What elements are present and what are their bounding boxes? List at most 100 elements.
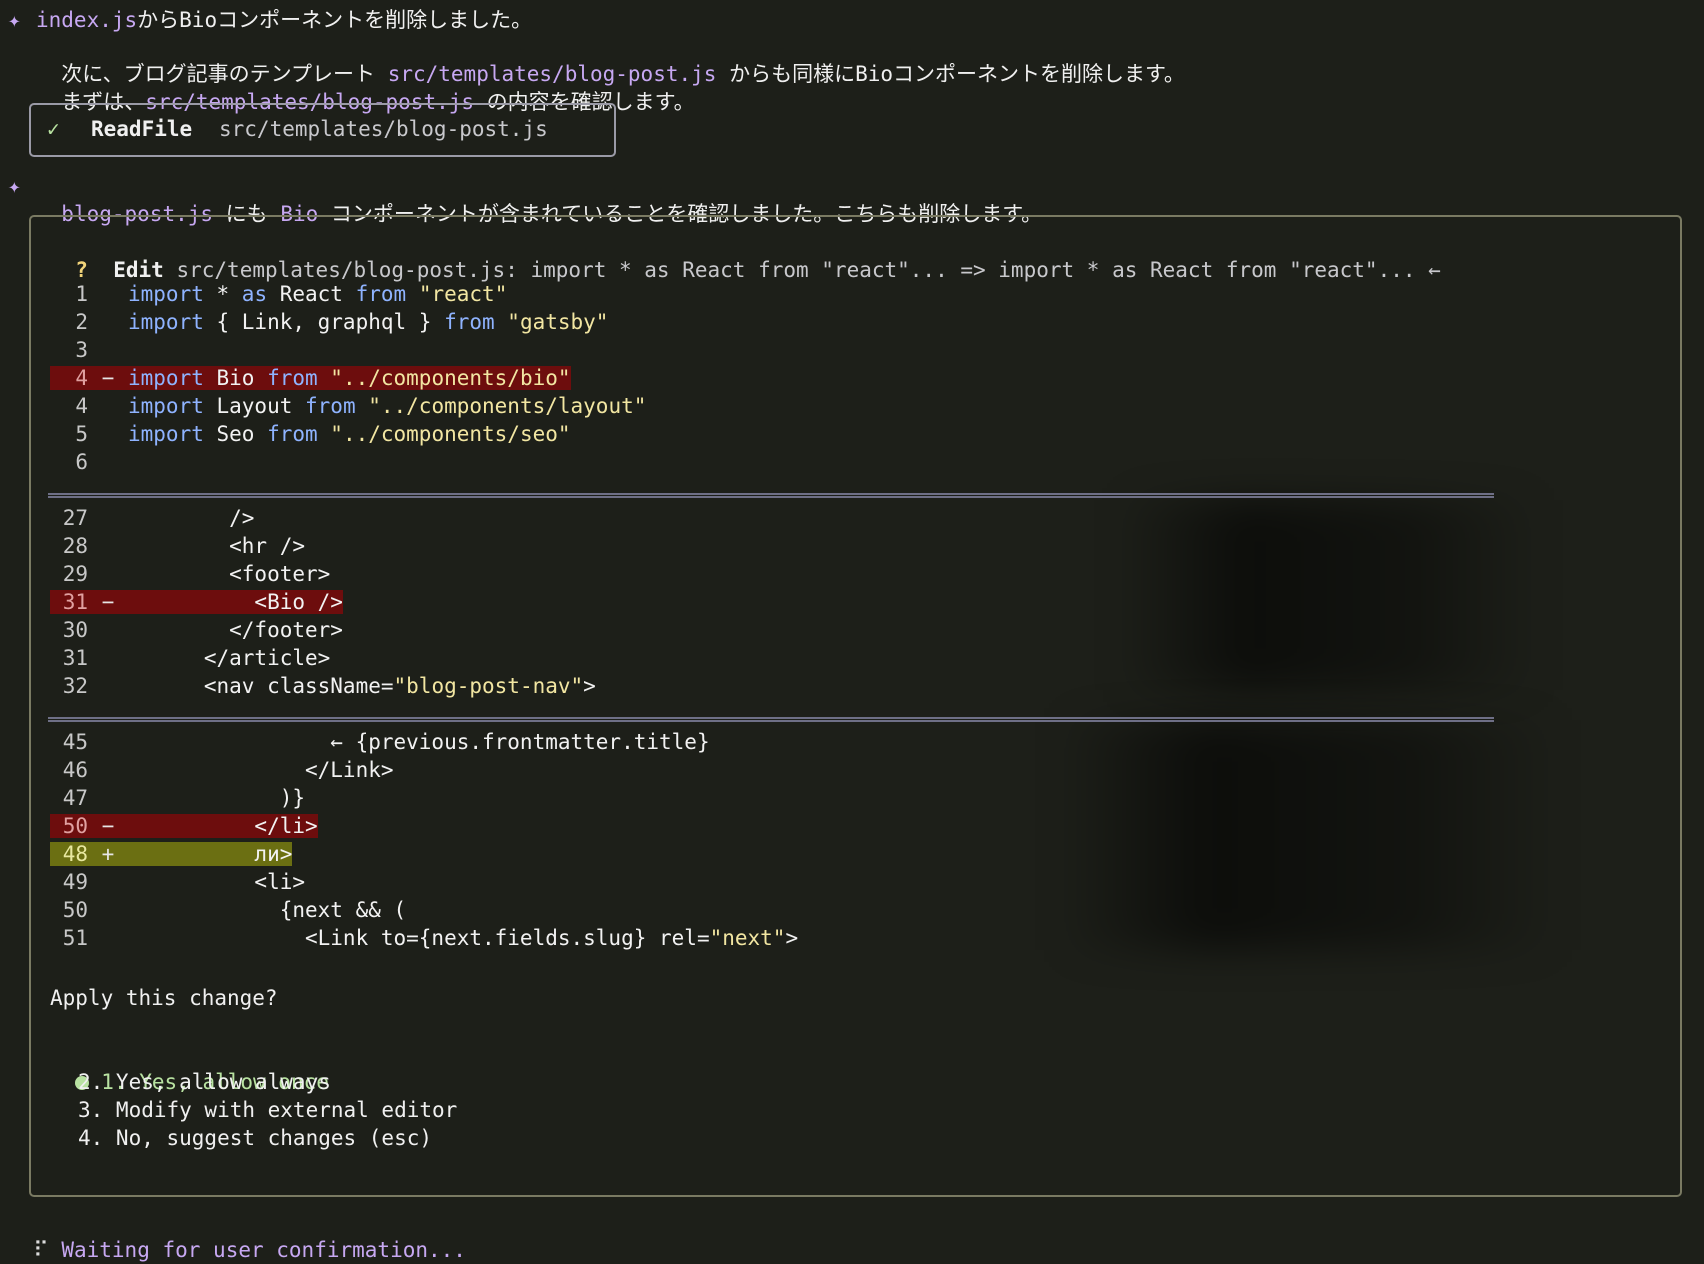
line-number: 49 (62, 870, 88, 894)
diff-line: 51 <Link to={next.fields.slug} rel="next… (50, 924, 798, 952)
diff-line-content: 27 /> (50, 504, 255, 532)
code-token: import (128, 310, 204, 334)
line-number: 3 (75, 338, 88, 362)
diff-sign (88, 420, 128, 448)
diff-sign: − (101, 590, 115, 614)
line-number: 47 (62, 786, 88, 810)
code-token: as (241, 282, 268, 306)
line-number: 32 (62, 674, 88, 698)
line-number: 6 (75, 450, 88, 474)
code-token: Seo (203, 422, 268, 446)
diff-line: 1 import * as React from "react" (50, 280, 507, 308)
code-token: "../components/layout" (355, 394, 647, 418)
diff-line-content: 30 </footer> (50, 618, 343, 642)
code-token: Bio (203, 366, 268, 390)
blur-overlay (1060, 720, 1560, 950)
code-token: { Link, graphql } (203, 310, 445, 334)
diff-line-content: 51 <Link to={next.fields.slug} rel="next… (50, 926, 798, 950)
diff-sign (88, 784, 128, 812)
diff-sign (88, 336, 128, 364)
diff-sign (88, 924, 128, 952)
code-token: "../components/seo" (317, 422, 571, 446)
code-token: /> (128, 506, 255, 530)
diff-line-content: 4 import Layout from "../components/layo… (50, 394, 646, 418)
diff-sign (88, 308, 128, 336)
line-number: 50 (62, 814, 88, 838)
option-4[interactable]: 4. No, suggest changes (esc) (78, 1124, 432, 1152)
status-text: Waiting for user confirmation... (61, 1238, 466, 1262)
code-token: from (444, 310, 495, 334)
diff-sign (88, 504, 128, 532)
diff-line: 27 /> (50, 504, 255, 532)
edit-description: src/templates/blog-post.js: import * as … (176, 258, 1441, 282)
readfile-tool-box: ✓ ReadFile src/templates/blog-post.js (29, 103, 616, 157)
diff-sign: − (101, 366, 115, 390)
code-token: from (267, 366, 318, 390)
line-number: 51 (62, 926, 88, 950)
sparkle-icon: ✦ (8, 8, 21, 32)
code-token: <hr /> (128, 534, 306, 558)
code-token: import (128, 422, 204, 446)
diff-line: 49 <li> (50, 868, 305, 896)
code-token: "../components/bio" (317, 366, 571, 390)
check-icon: ✓ (47, 117, 60, 141)
diff-line: 31− <Bio /> (50, 588, 343, 616)
code-token: {next && ( (128, 898, 407, 922)
line-number: 31 (62, 646, 88, 670)
diff-line: 4 import Layout from "../components/layo… (50, 392, 646, 420)
code-token: "react" (406, 282, 508, 306)
diff-line: 3 (50, 336, 128, 364)
option-2[interactable]: 2. Yes, allow always (78, 1068, 331, 1096)
diff-line-content: 4− import Bio from "../components/bio" (50, 366, 571, 390)
code-token: "blog-post-nav" (393, 674, 584, 698)
diff-sign: − (101, 814, 115, 838)
option-3[interactable]: 3. Modify with external editor (78, 1096, 457, 1124)
line-number: 29 (62, 562, 88, 586)
code-token: import (128, 394, 204, 418)
code-token: React (267, 282, 356, 306)
diff-line-content: 2 import { Link, graphql } from "gatsby" (50, 310, 608, 334)
code-token: "gatsby" (494, 310, 609, 334)
diff-line-content: 50− </li> (50, 814, 318, 838)
line-number: 4 (75, 366, 88, 390)
tool-name: ReadFile (91, 117, 193, 141)
diff-line: 31 </article> (50, 644, 331, 672)
diff-line: 2 import { Link, graphql } from "gatsby" (50, 308, 608, 336)
code-token: </article> (128, 646, 331, 670)
diff-sign (88, 644, 128, 672)
diff-line-content: 32 <nav className="blog-post-nav"> (50, 674, 596, 698)
code-token: > (583, 674, 596, 698)
question-icon: ? (75, 258, 88, 282)
code-token: from (267, 422, 318, 446)
apply-question: Apply this change? (50, 986, 278, 1010)
code-token: import (128, 282, 204, 306)
diff-sign (88, 896, 128, 924)
hunk-separator (48, 717, 1494, 722)
line-number: 5 (75, 422, 88, 446)
diff-line-content: 28 <hr /> (50, 534, 305, 558)
diff-line: 45 ← {previous.frontmatter.title} (50, 728, 710, 756)
file-name: index.js (36, 8, 138, 32)
status-bar: ⠏ Waiting for user confirmation... (8, 1208, 466, 1264)
line-number: 48 (62, 842, 88, 866)
edit-header: ? Edit src/templates/blog-post.js: impor… (50, 228, 1441, 284)
diff-line-content: 45 ← {previous.frontmatter.title} (50, 730, 710, 754)
diff-line-content: 5 import Seo from "../components/seo" (50, 420, 571, 448)
code-token: <li> (128, 870, 306, 894)
diff-line-content: 31− <Bio /> (50, 590, 343, 614)
code-token: Layout (203, 394, 306, 418)
code-token: from (355, 282, 407, 306)
code-token: * (203, 282, 242, 306)
diff-sign (88, 728, 128, 756)
diff-line: 50 {next && ( (50, 896, 406, 924)
code-token: </footer> (128, 618, 343, 642)
sparkle-icon: ✦ (8, 174, 21, 198)
diff-line-content: 31 </article> (50, 644, 331, 672)
line-number: 30 (62, 618, 88, 642)
code-token: ← {previous.frontmatter.title} (128, 730, 710, 754)
diff-line-content: 47 )} (50, 786, 305, 810)
message-1-line-1: index.jsからBioコンポーネントを削除しました。 (36, 6, 532, 34)
code-token: ли> (128, 842, 293, 866)
diff-sign: + (101, 842, 115, 866)
diff-line-content: 50 {next && ( (50, 898, 406, 922)
